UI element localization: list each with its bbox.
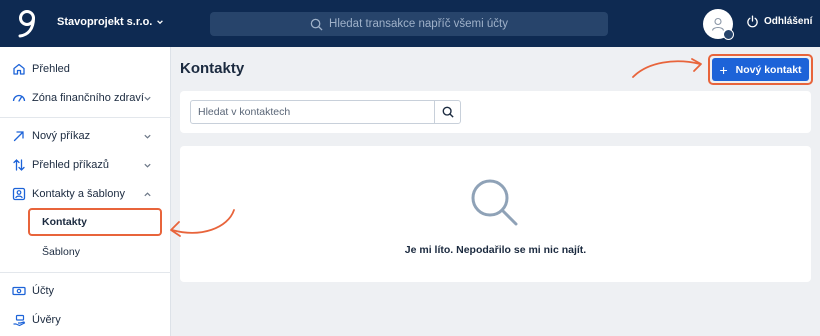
transfer-arrows-icon <box>12 158 26 172</box>
top-bar: Stavoprojekt s.r.o. Hledat transakce nap… <box>0 0 820 47</box>
sidebar-subitem-contacts[interactable]: Kontakty <box>28 208 162 236</box>
sidebar-item-orders-overview[interactable]: Přehled příkazů <box>0 154 171 176</box>
sidebar-item-label: Přehled příkazů <box>32 159 110 171</box>
logo-icon[interactable] <box>16 9 38 39</box>
sidebar-item-label: Účty <box>32 285 54 297</box>
sidebar-item-label: Kontakty a šablony <box>32 188 125 200</box>
sidebar-item-overview[interactable]: Přehled <box>0 58 171 80</box>
global-search[interactable]: Hledat transakce napříč všemi účty <box>210 12 608 36</box>
contact-search-button[interactable] <box>434 101 460 123</box>
annotation-arrow-icon <box>632 58 702 78</box>
chevron-down-icon <box>144 96 151 101</box>
magnifier-icon <box>471 179 518 226</box>
new-contact-label: Nový kontakt <box>735 63 802 76</box>
company-switcher[interactable]: Stavoprojekt s.r.o. <box>57 16 164 28</box>
filter-card <box>180 91 811 133</box>
arrow-up-right-icon <box>12 129 26 143</box>
search-icon <box>310 18 323 31</box>
company-name: Stavoprojekt s.r.o. <box>57 16 153 28</box>
sidebar-item-label: Zóna finančního zdraví <box>32 92 144 104</box>
global-search-placeholder: Hledat transakce napříč všemi účty <box>329 18 508 30</box>
plus-icon: + <box>719 61 728 78</box>
empty-state-message: Je mi líto. Nepodařilo se mi nic najít. <box>404 244 587 256</box>
chevron-down-icon <box>144 163 151 168</box>
contact-search-input[interactable] <box>191 101 434 123</box>
search-icon <box>442 106 454 118</box>
contact-card-icon <box>12 187 26 201</box>
banknote-icon <box>12 284 26 298</box>
sidebar-item-financial-health[interactable]: Zóna finančního zdraví <box>0 87 171 109</box>
sidebar-item-contacts-templates[interactable]: Kontakty a šablony <box>0 183 171 205</box>
home-icon <box>12 62 26 76</box>
sidebar: Přehled Zóna finančního zdraví Nový přík… <box>0 47 171 336</box>
sidebar-subitem-label: Šablony <box>42 246 80 258</box>
sidebar-subitem-templates[interactable]: Šablony <box>28 241 80 263</box>
sidebar-item-label: Nový příkaz <box>32 130 91 142</box>
power-icon <box>747 15 758 28</box>
contact-search <box>190 100 461 124</box>
divider <box>0 117 171 118</box>
chevron-up-icon <box>144 191 151 196</box>
logout-button[interactable]: Odhlášení <box>746 15 812 28</box>
loan-hand-icon <box>12 313 26 327</box>
new-contact-button[interactable]: + Nový kontakt <box>712 58 809 81</box>
logout-label: Odhlášení <box>764 16 813 27</box>
sidebar-item-accounts[interactable]: Účty <box>0 280 171 302</box>
sidebar-item-loans[interactable]: Úvěry <box>0 309 171 331</box>
settings-badge-icon <box>723 29 734 40</box>
page-title: Kontakty <box>180 60 245 77</box>
user-icon <box>711 17 725 31</box>
sidebar-item-label: Přehled <box>32 63 70 75</box>
chevron-down-icon <box>157 20 164 25</box>
gauge-icon <box>12 91 26 105</box>
chevron-down-icon <box>144 134 151 139</box>
sidebar-item-new-order[interactable]: Nový příkaz <box>0 125 171 147</box>
annotation-arrow-icon <box>170 209 235 237</box>
empty-state-card: Je mi líto. Nepodařilo se mi nic najít. <box>180 146 811 282</box>
avatar[interactable] <box>703 9 734 40</box>
sidebar-item-label: Úvěry <box>32 314 61 326</box>
sidebar-subitem-label: Kontakty <box>42 216 87 228</box>
divider <box>0 272 171 273</box>
